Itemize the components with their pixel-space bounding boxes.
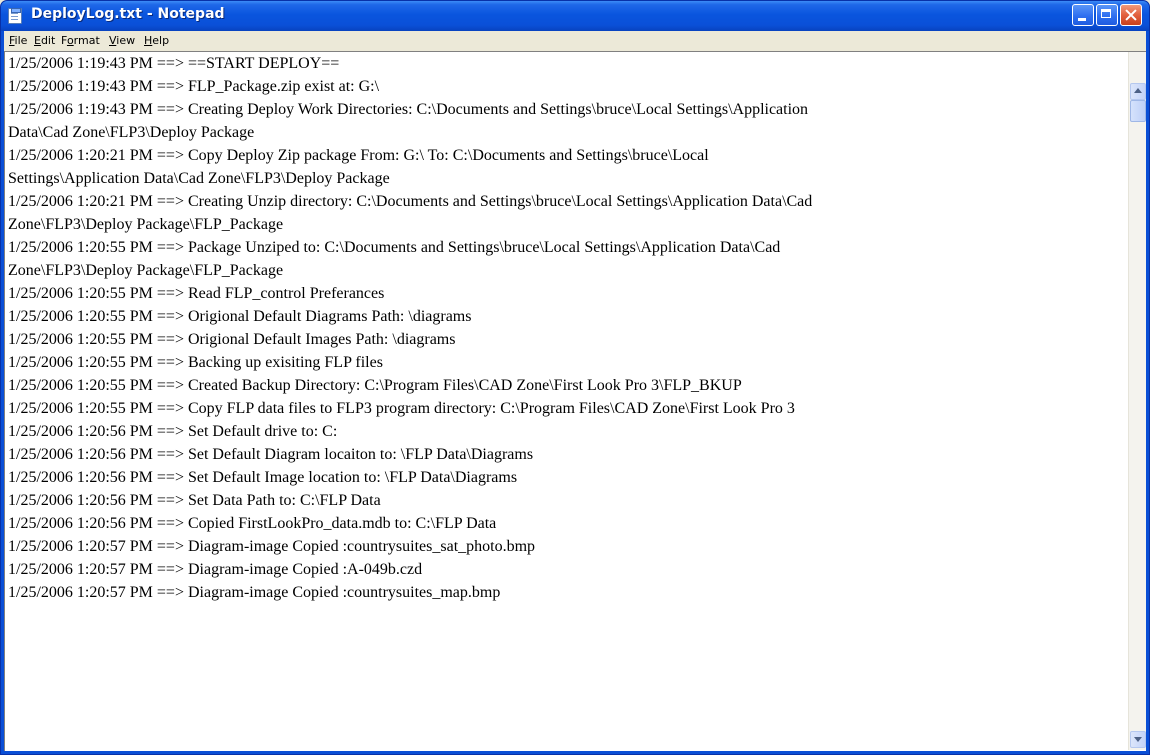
menu-format[interactable]: Format (61, 34, 100, 47)
log-line: 1/25/2006 1:20:56 PM ==> Set Default Ima… (8, 469, 518, 486)
log-line: 1/25/2006 1:20:21 PM ==> Creating Unzip … (8, 193, 813, 210)
log-line: 1/25/2006 1:19:43 PM ==> FLP_Package.zip… (8, 78, 380, 95)
log-line: Zone\FLP3\Deploy Package\FLP_Package (8, 262, 284, 279)
log-line: 1/25/2006 1:20:55 PM ==> Origional Defau… (8, 308, 472, 325)
menu-file[interactable]: File (9, 34, 27, 47)
close-button[interactable] (1120, 4, 1142, 26)
log-line: 1/25/2006 1:20:57 PM ==> Diagram-image C… (8, 584, 501, 601)
log-line: 1/25/2006 1:20:55 PM ==> Origional Defau… (8, 331, 456, 348)
menu-help[interactable]: Help (144, 34, 169, 47)
notepad-window: DeployLog.txt - Notepad File Edit Format… (0, 0, 1150, 755)
vertical-scrollbar[interactable] (1128, 52, 1146, 750)
log-line: 1/25/2006 1:20:56 PM ==> Set Default dri… (8, 423, 338, 440)
log-line: 1/25/2006 1:20:21 PM ==> Copy Deploy Zip… (8, 147, 709, 164)
maximize-button[interactable] (1096, 4, 1118, 26)
text-editor[interactable]: 1/25/2006 1:19:43 PM ==> ==START DEPLOY=… (5, 52, 1128, 750)
log-line: Data\Cad Zone\FLP3\Deploy Package (8, 124, 255, 141)
minimize-button[interactable] (1072, 4, 1094, 26)
log-line: 1/25/2006 1:19:43 PM ==> ==START DEPLOY=… (8, 55, 340, 72)
scroll-up-arrow-icon[interactable] (1130, 83, 1146, 100)
notepad-icon[interactable] (8, 8, 22, 24)
menu-view[interactable]: View (109, 34, 135, 47)
log-line: 1/25/2006 1:20:57 PM ==> Diagram-image C… (8, 561, 423, 578)
title-bar[interactable]: DeployLog.txt - Notepad (1, 1, 1149, 31)
log-line: 1/25/2006 1:20:57 PM ==> Diagram-image C… (8, 538, 536, 555)
log-line: 1/25/2006 1:20:56 PM ==> Copied FirstLoo… (8, 515, 497, 532)
log-line: 1/25/2006 1:20:55 PM ==> Read FLP_contro… (8, 285, 385, 302)
scroll-down-arrow-icon[interactable] (1130, 731, 1146, 748)
window-title: DeployLog.txt - Notepad (31, 6, 225, 22)
log-line: 1/25/2006 1:20:56 PM ==> Set Data Path t… (8, 492, 381, 509)
menu-bar: File Edit Format View Help (4, 31, 1146, 51)
editor-client-area: 1/25/2006 1:19:43 PM ==> ==START DEPLOY=… (4, 51, 1146, 751)
log-line: Settings\Application Data\Cad Zone\FLP3\… (8, 170, 390, 187)
log-line: 1/25/2006 1:20:55 PM ==> Package Unziped… (8, 239, 781, 256)
menu-edit[interactable]: Edit (34, 34, 55, 47)
log-line: 1/25/2006 1:19:43 PM ==> Creating Deploy… (8, 101, 809, 118)
log-line: 1/25/2006 1:20:55 PM ==> Backing up exis… (8, 354, 383, 371)
log-line: 1/25/2006 1:20:55 PM ==> Created Backup … (8, 377, 742, 394)
log-line: 1/25/2006 1:20:55 PM ==> Copy FLP data f… (8, 400, 795, 417)
log-line: 1/25/2006 1:20:56 PM ==> Set Default Dia… (8, 446, 534, 463)
scrollbar-thumb[interactable] (1130, 100, 1146, 122)
log-line: Zone\FLP3\Deploy Package\FLP_Package (8, 216, 284, 233)
